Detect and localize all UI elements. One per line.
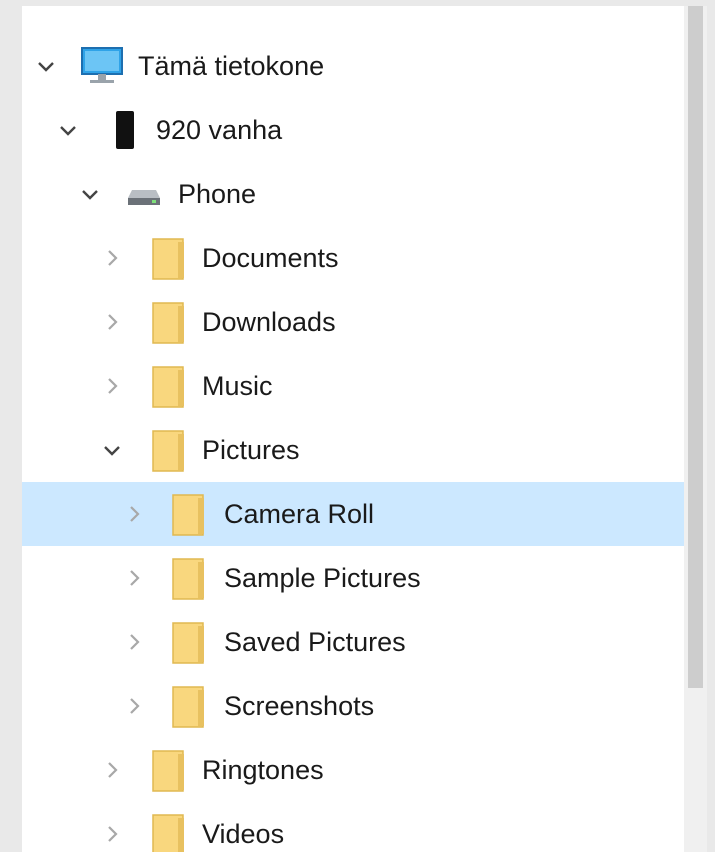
tree-item-folder[interactable]: Ringtones bbox=[22, 738, 684, 802]
tree-item-folder[interactable]: Documents bbox=[22, 226, 684, 290]
chevron-right-icon[interactable] bbox=[124, 696, 144, 716]
chevron-down-icon[interactable] bbox=[80, 184, 100, 204]
vertical-scrollbar[interactable] bbox=[684, 6, 707, 852]
tree-item-folder[interactable]: Saved Pictures bbox=[22, 610, 684, 674]
tree-item-label: Tämä tietokone bbox=[138, 51, 325, 81]
chevron-down-icon[interactable] bbox=[36, 56, 56, 76]
tree-item-this-pc[interactable]: Tämä tietokone bbox=[22, 34, 684, 98]
tree-item-folder[interactable]: Screenshots bbox=[22, 674, 684, 738]
chevron-right-icon[interactable] bbox=[102, 376, 122, 396]
tree-item-label: Screenshots bbox=[224, 691, 375, 721]
folder-icon bbox=[172, 558, 206, 605]
chevron-right-icon[interactable] bbox=[124, 568, 144, 588]
folder-icon bbox=[152, 302, 186, 349]
tree-item-folder[interactable]: Music bbox=[22, 354, 684, 418]
tree-item-label: Documents bbox=[202, 243, 339, 273]
tree-item-label: Phone bbox=[178, 179, 257, 209]
tree-item-folder[interactable]: Videos bbox=[22, 802, 684, 852]
tree-item-folder[interactable]: Downloads bbox=[22, 290, 684, 354]
tree-item-label: 920 vanha bbox=[156, 115, 283, 145]
chevron-down-icon[interactable] bbox=[58, 120, 78, 140]
tree-item-label: Saved Pictures bbox=[224, 627, 406, 657]
tree-item-label: Downloads bbox=[202, 307, 336, 337]
tree-item-label: Camera Roll bbox=[224, 499, 375, 529]
chevron-down-icon[interactable] bbox=[102, 440, 122, 460]
chevron-right-icon[interactable] bbox=[102, 312, 122, 332]
tree-item-phone-storage[interactable]: Phone bbox=[22, 162, 684, 226]
folder-icon bbox=[152, 814, 186, 852]
tree-item-label: Pictures bbox=[202, 435, 300, 465]
folder-icon bbox=[172, 622, 206, 669]
tree-item-label: Ringtones bbox=[202, 755, 324, 785]
tree-item-folder[interactable]: Sample Pictures bbox=[22, 546, 684, 610]
folder-icon bbox=[152, 430, 186, 477]
phone-icon bbox=[114, 110, 136, 155]
folder-icon bbox=[152, 238, 186, 285]
tree-item-label: Videos bbox=[202, 819, 285, 849]
folder-icon bbox=[152, 366, 186, 413]
scrollbar-thumb[interactable] bbox=[688, 6, 703, 688]
drive-icon bbox=[126, 188, 162, 211]
tree-item-label: Music bbox=[202, 371, 273, 401]
folder-icon bbox=[172, 494, 206, 541]
tree-item-folder[interactable]: Pictures bbox=[22, 418, 684, 482]
tree-item-device[interactable]: 920 vanha bbox=[22, 98, 684, 162]
chevron-right-icon[interactable] bbox=[124, 504, 144, 524]
monitor-icon bbox=[80, 46, 124, 91]
folder-icon bbox=[172, 686, 206, 733]
chevron-right-icon[interactable] bbox=[124, 632, 144, 652]
navigation-pane[interactable]: Tämä tietokone 920 vanha Phone Documents… bbox=[22, 6, 684, 852]
folder-icon bbox=[152, 750, 186, 797]
chevron-right-icon[interactable] bbox=[102, 248, 122, 268]
chevron-right-icon[interactable] bbox=[102, 760, 122, 780]
tree-item-folder[interactable]: Camera Roll bbox=[22, 482, 684, 546]
chevron-right-icon[interactable] bbox=[102, 824, 122, 844]
tree-item-label: Sample Pictures bbox=[224, 563, 421, 593]
